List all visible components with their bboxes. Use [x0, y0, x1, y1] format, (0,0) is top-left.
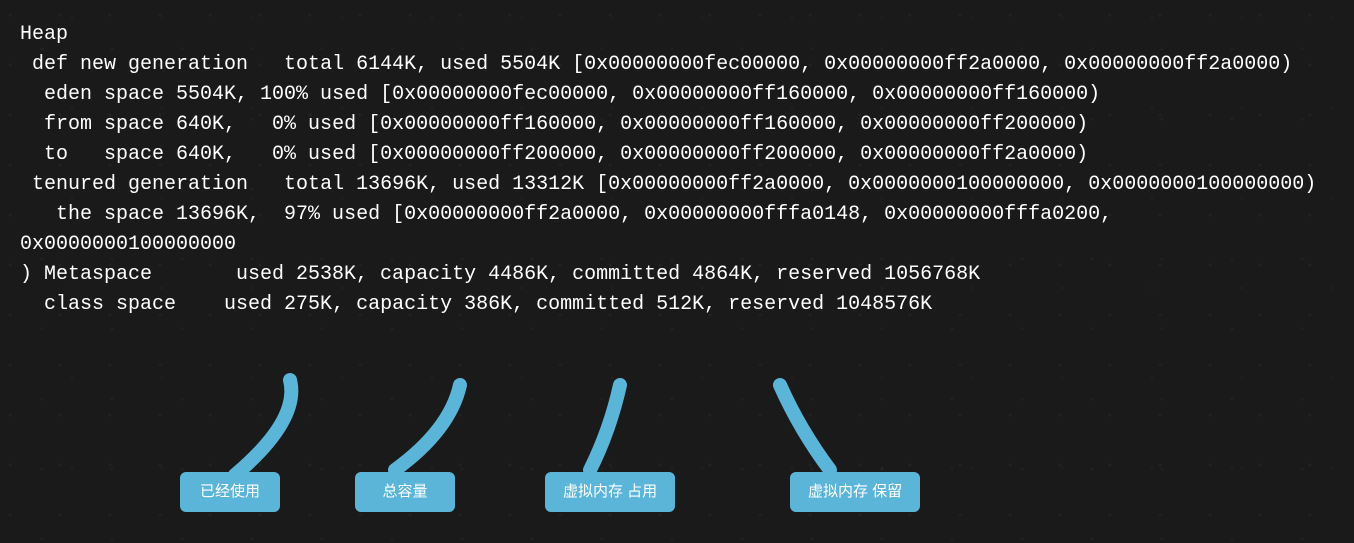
heap-dump-output: Heap def new generation total 6144K, use…	[0, 0, 1354, 320]
metaspace-line: ) Metaspace used 2538K, capacity 4486K, …	[20, 263, 980, 286]
from-space-line: from space 640K, 0% used [0x00000000ff16…	[20, 113, 1088, 136]
heap-header: Heap	[20, 23, 68, 46]
tenured-generation-line: tenured generation total 13696K, used 13…	[20, 173, 1316, 196]
tenured-the-space-line: the space 13696K, 97% used [0x00000000ff…	[20, 203, 1124, 256]
callout-capacity: 总容量	[355, 472, 455, 512]
callout-committed: 虚拟内存 占用	[545, 472, 675, 512]
new-generation-line: def new generation total 6144K, used 550…	[20, 53, 1292, 76]
callout-reserved: 虚拟内存 保留	[790, 472, 920, 512]
class-space-line: class space used 275K, capacity 386K, co…	[20, 293, 932, 316]
to-space-line: to space 640K, 0% used [0x00000000ff2000…	[20, 143, 1088, 166]
eden-space-line: eden space 5504K, 100% used [0x00000000f…	[20, 83, 1100, 106]
callout-used: 已经使用	[180, 472, 280, 512]
